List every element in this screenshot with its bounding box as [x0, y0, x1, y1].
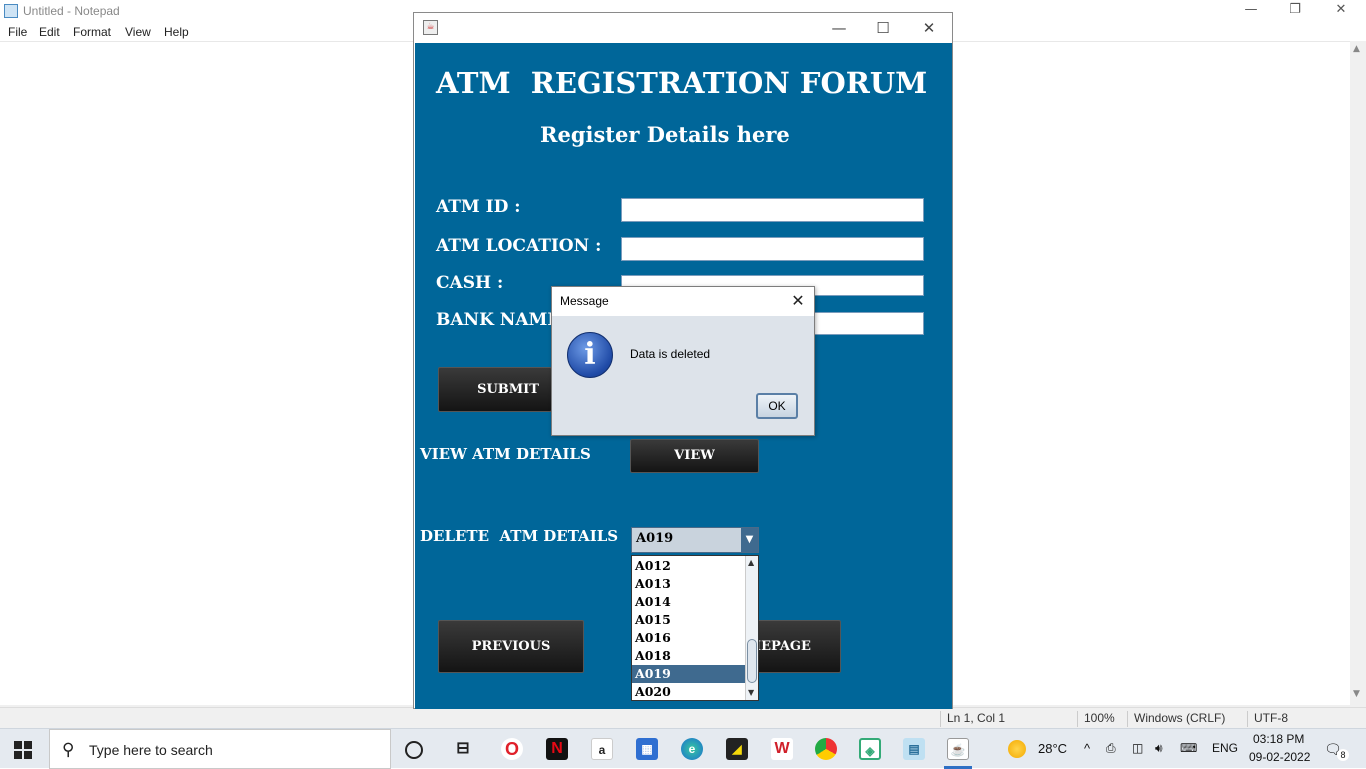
scroll-down-icon[interactable]: ▼	[1353, 689, 1360, 699]
menu-view[interactable]: View	[125, 25, 151, 39]
minimize-icon[interactable]: —	[1236, 2, 1266, 20]
list-item[interactable]: A014	[632, 593, 745, 611]
atm-location-label: ATM LOCATION :	[436, 236, 602, 256]
notification-count: 8	[1337, 749, 1349, 761]
bank-name-label: BANK NAME :	[436, 310, 554, 330]
delete-atm-combo[interactable]: A019 ▼	[631, 527, 759, 553]
task-view-icon[interactable]: ⊟	[452, 738, 474, 760]
network-icon[interactable]: ⎙	[1106, 741, 1116, 756]
dialog-title: Message	[560, 294, 609, 308]
message-dialog: Message ✕ i Data is deleted OK	[551, 286, 815, 436]
menu-help[interactable]: Help	[164, 25, 189, 39]
list-item[interactable]: A018	[632, 647, 745, 665]
close-icon[interactable]: ✕	[1326, 2, 1356, 20]
form-subtitle: Register Details here	[540, 122, 790, 147]
atm-id-label: ATM ID :	[436, 197, 521, 217]
combo-dropdown-list[interactable]: A012 A013 A014 A015 A016 A018 A019 A020 …	[631, 555, 759, 701]
meet-icon[interactable]: ◫	[1132, 741, 1143, 755]
combo-selected-value: A019	[636, 531, 674, 546]
notepad-title: Untitled - Notepad	[23, 4, 120, 18]
search-placeholder: Type here to search	[89, 742, 213, 758]
volume-icon[interactable]: 🔊︎	[1155, 741, 1163, 756]
status-encoding: UTF-8	[1247, 711, 1288, 727]
taskbar-search-box[interactable]: ⚲ Type here to search	[49, 729, 391, 769]
netbeans-icon[interactable]: ◈	[859, 738, 881, 760]
wps-icon[interactable]: W	[771, 738, 793, 760]
bank-name-input[interactable]	[814, 312, 924, 335]
atm-id-input[interactable]	[621, 198, 924, 222]
scroll-up-icon[interactable]: ▲	[748, 558, 754, 567]
submit-button-label: SUBMIT	[477, 382, 539, 397]
notepad-status-bar: Ln 1, Col 1 100% Windows (CRLF) UTF-8	[0, 707, 1366, 728]
windows-start-icon[interactable]	[14, 741, 32, 759]
weather-icon[interactable]	[1008, 740, 1026, 758]
status-zoom: 100%	[1077, 711, 1115, 727]
opera-icon[interactable]: O	[501, 738, 523, 760]
scroll-down-icon[interactable]: ▼	[748, 688, 754, 697]
sticky-notes-icon[interactable]: ◢	[726, 738, 748, 760]
list-item-selected[interactable]: A019	[632, 665, 745, 683]
list-item[interactable]: A016	[632, 629, 745, 647]
view-button[interactable]: VIEW	[630, 439, 759, 473]
view-atm-details-label: VIEW ATM DETAILS	[420, 445, 591, 463]
list-item[interactable]: A013	[632, 575, 745, 593]
dialog-message: Data is deleted	[630, 347, 711, 361]
info-icon: i	[567, 332, 613, 378]
edge-icon[interactable]: e	[681, 738, 703, 760]
chevron-up-icon[interactable]: ^	[1084, 741, 1090, 756]
atm-location-input[interactable]	[621, 237, 924, 261]
weather-temp[interactable]: 28°C	[1038, 741, 1067, 756]
search-icon: ⚲	[62, 740, 75, 760]
previous-button[interactable]: PREVIOUS	[438, 620, 584, 673]
notepad-vertical-scrollbar[interactable]: ▲ ▼	[1350, 41, 1366, 705]
chrome-icon[interactable]	[815, 738, 837, 760]
cash-label: CASH :	[436, 273, 504, 293]
menu-edit[interactable]: Edit	[39, 25, 60, 39]
maximize-icon[interactable]: ☐	[870, 18, 896, 38]
chevron-down-icon[interactable]: ▼	[741, 528, 758, 552]
scrollbar-thumb[interactable]	[747, 639, 757, 683]
restore-icon[interactable]: ❐	[1280, 2, 1310, 20]
list-item[interactable]: A020	[632, 683, 745, 700]
dropdown-scrollbar[interactable]: ▲ ▼	[745, 556, 758, 700]
amazon-icon[interactable]: a	[591, 738, 613, 760]
ok-button[interactable]: OK	[756, 393, 798, 419]
store-icon[interactable]: ▦	[636, 738, 658, 760]
scroll-up-icon[interactable]: ▲	[1353, 44, 1360, 54]
java-icon: ☕	[423, 20, 438, 35]
form-title: ATM REGISTRATION FORUM	[436, 66, 928, 100]
java-taskbar-icon[interactable]: ☕	[947, 738, 969, 760]
list-item[interactable]: A015	[632, 611, 745, 629]
language-indicator[interactable]: ENG	[1212, 741, 1238, 755]
notepad-taskbar-icon[interactable]: ▤	[903, 738, 925, 760]
dialog-title-bar[interactable]: Message ✕	[552, 287, 814, 316]
clock-time[interactable]: 03:18 PM	[1253, 732, 1304, 746]
menu-format[interactable]: Format	[73, 25, 111, 39]
submit-button[interactable]: SUBMIT	[438, 367, 552, 412]
status-line-ending: Windows (CRLF)	[1127, 711, 1225, 727]
menu-file[interactable]: File	[8, 25, 27, 39]
cortana-icon[interactable]	[405, 741, 423, 759]
frame-title-bar[interactable]: ☕ — ☐ ✕	[414, 13, 952, 43]
notepad-icon	[4, 4, 18, 18]
netflix-icon[interactable]: N	[546, 738, 568, 760]
delete-atm-details-label: DELETE ATM DETAILS	[420, 527, 619, 545]
clock-date[interactable]: 09-02-2022	[1249, 750, 1310, 764]
status-position: Ln 1, Col 1	[940, 711, 1005, 727]
list-item[interactable]: A012	[632, 557, 745, 575]
taskbar: ⚲ Type here to search ⊟ O N a ▦ e ◢ W ◈ …	[0, 728, 1366, 769]
minimize-icon[interactable]: —	[826, 18, 852, 38]
close-icon[interactable]: ✕	[788, 291, 808, 311]
close-icon[interactable]: ✕	[916, 18, 942, 38]
keyboard-icon[interactable]: ⌨	[1180, 741, 1197, 755]
